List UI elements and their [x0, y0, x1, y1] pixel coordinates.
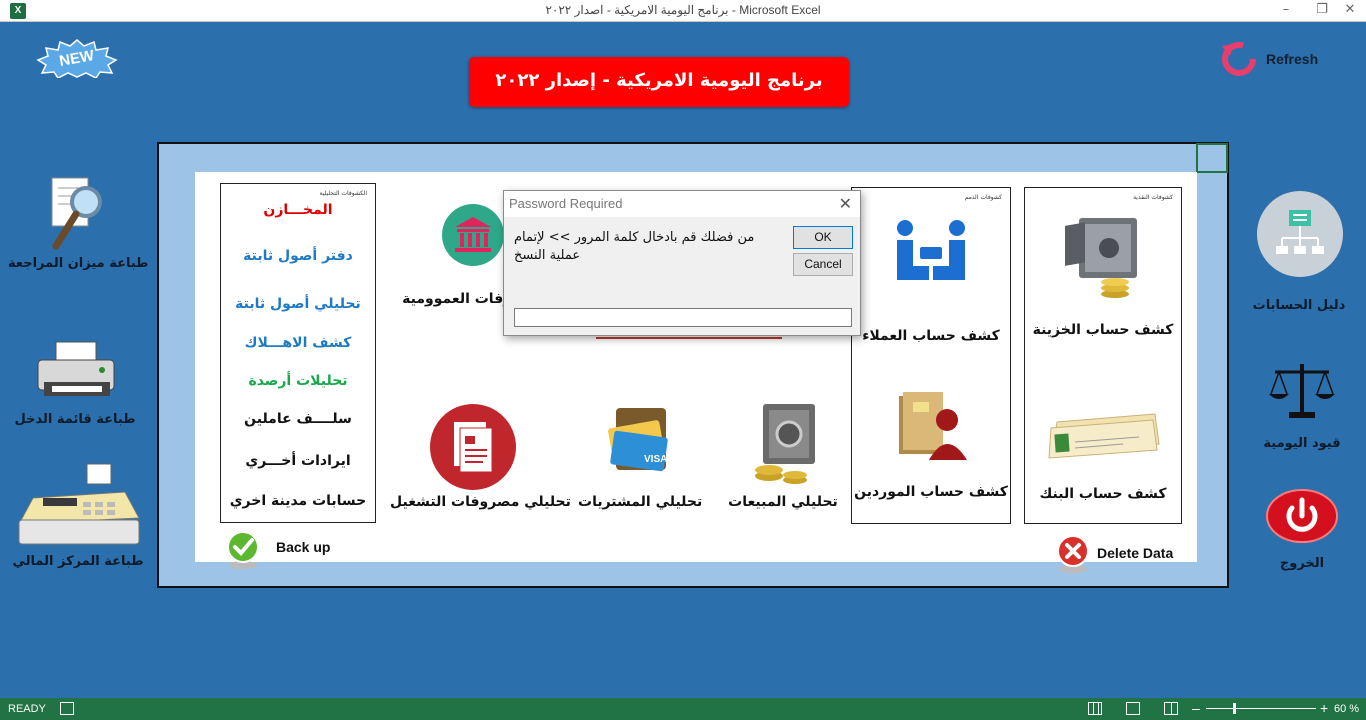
print-income-statement-button[interactable]: طباعة قائمة الدخل	[8, 338, 142, 427]
bank-building-icon	[442, 204, 504, 266]
refresh-label: Refresh	[1266, 51, 1319, 67]
receivables-box: كشوفات الذمم كشف حساب العملاء كشف حساب ا…	[851, 187, 1011, 524]
link-fixed-assets-book[interactable]: دفتر أصول ثابتة	[221, 248, 375, 264]
dialog-close-icon[interactable]: ✕	[839, 194, 852, 213]
customers-statement-button[interactable]: كشف حساب العملاء	[852, 216, 1010, 344]
print-trial-balance-label: طباعة ميزان المراجعة	[8, 256, 149, 271]
new-badge-icon: NEW	[36, 39, 118, 79]
ok-button[interactable]: OK	[793, 226, 853, 249]
zoom-out-icon[interactable]: –	[1192, 700, 1200, 716]
selected-cell[interactable]	[1196, 143, 1228, 173]
svg-text:VISA: VISA	[644, 454, 667, 465]
suppliers-statement-button[interactable]: كشف حساب الموردين	[852, 388, 1010, 500]
scales-icon	[1269, 364, 1335, 418]
treasury-statement-label: كشف حساب الخزينة	[1032, 322, 1174, 338]
bank-statement-label: كشف حساب البنك	[1039, 486, 1167, 502]
printer-icon	[37, 341, 115, 396]
document-report-icon	[430, 404, 516, 490]
status-bar: READY – + 60 %	[0, 698, 1366, 720]
treasury-statement-button[interactable]: كشف حساب الخزينة	[1025, 214, 1181, 338]
zoom-slider-thumb[interactable]	[1233, 703, 1236, 714]
status-mode: READY	[8, 703, 46, 715]
print-income-statement-label: طباعة قائمة الدخل	[14, 412, 136, 427]
window-title: برنامج اليومية الامريكية - اصدار ٢٠٢٢ - …	[545, 3, 821, 17]
page-layout-icon[interactable]	[1126, 702, 1140, 715]
analysis-box-header: الكشوفات التحليلية	[319, 190, 367, 197]
cheque-book-icon	[1048, 413, 1160, 459]
print-trial-balance-button[interactable]: طباعة ميزان المراجعة	[8, 172, 149, 271]
chart-of-accounts-label: دليل الحسابات	[1252, 298, 1346, 313]
zoom-level[interactable]: 60 %	[1334, 703, 1359, 715]
password-input[interactable]	[514, 308, 852, 327]
delete-x-icon	[1057, 535, 1089, 573]
power-icon	[1266, 489, 1338, 543]
new-badge: NEW	[36, 38, 118, 79]
link-depreciation[interactable]: كشف الاهـــلاك	[221, 335, 375, 351]
journal-entries-label: قيود اليومية	[1263, 436, 1341, 451]
cash-box: كشوفات النقدية كشف حساب الخزينة كشف حساب…	[1024, 187, 1182, 524]
refresh-button[interactable]: Refresh	[1218, 40, 1338, 78]
customers-statement-label: كشف حساب العملاء	[862, 328, 1000, 344]
print-financial-position-button[interactable]: طباعة المركز المالي	[6, 462, 150, 569]
operating-expenses-label: تحليلي مصروفات التشغيل	[390, 494, 571, 510]
purchases-analysis-label: تحليلي المشتريات	[578, 494, 703, 510]
refresh-icon	[1222, 42, 1256, 76]
link-balance-analysis[interactable]: تحليلات أرصدة	[221, 373, 375, 389]
link-inventory[interactable]: المخـــازن	[221, 202, 375, 218]
credit-cards-icon: VISA	[608, 408, 668, 472]
sales-analysis-button[interactable]: تحليلي المبيعات	[726, 400, 840, 510]
bank-statement-button[interactable]: كشف حساب البنك	[1025, 406, 1181, 502]
zoom-in-icon[interactable]: +	[1320, 700, 1328, 716]
program-title-banner: برنامج اليومية الامريكية - إصدار ٢٠٢٢	[469, 57, 849, 107]
link-fixed-assets-analysis[interactable]: تحليلي أصول ثابتة	[221, 296, 375, 312]
print-financial-position-label: طباعة المركز المالي	[12, 554, 144, 569]
journal-entries-button[interactable]: قيود اليومية	[1262, 360, 1342, 451]
sales-analysis-label: تحليلي المبيعات	[728, 494, 838, 510]
backup-button[interactable]: Back up	[226, 529, 346, 569]
backup-label: Back up	[276, 539, 331, 555]
safe-coins-icon	[755, 404, 815, 484]
macro-record-icon[interactable]	[60, 702, 74, 715]
check-icon	[227, 531, 259, 569]
zoom-slider[interactable]	[1206, 708, 1316, 709]
link-other-receivables[interactable]: حسابات مدينة اخري	[221, 493, 375, 509]
exit-label: الخروج	[1279, 556, 1325, 571]
purchases-analysis-button[interactable]: VISA تحليلي المشتريات	[578, 404, 702, 510]
suppliers-statement-label: كشف حساب الموردين	[854, 484, 1008, 500]
folder-person-icon	[899, 392, 967, 460]
page-break-icon[interactable]	[1164, 702, 1178, 715]
chart-of-accounts-button[interactable]: دليل الحسابات	[1252, 186, 1346, 313]
handshake-people-icon	[897, 220, 965, 280]
operating-expenses-button[interactable]: تحليلي مصروفات التشغيل	[390, 404, 571, 510]
org-chart-icon	[1257, 191, 1343, 277]
receivables-box-header: كشوفات الذمم	[964, 194, 1002, 201]
password-dialog: Password Required ✕ من فضلك قم بادخال كل…	[503, 190, 861, 336]
analysis-reports-box: الكشوفات التحليلية المخـــازن دفتر أصول …	[220, 183, 376, 523]
cash-box-header: كشوفات النقدية	[1133, 194, 1173, 201]
close-icon[interactable]: ✕	[1330, 2, 1366, 17]
cash-register-icon	[18, 463, 140, 545]
window-titlebar: X برنامج اليومية الامريكية - اصدار ٢٠٢٢ …	[0, 0, 1366, 22]
cancel-button[interactable]: Cancel	[793, 253, 853, 276]
arrow-line	[596, 337, 782, 339]
exit-button[interactable]: الخروج	[1264, 488, 1340, 571]
dialog-title: Password Required	[504, 191, 860, 217]
dialog-prompt: من فضلك قم بادخال كلمة المرور >> لإتمام …	[514, 230, 755, 263]
link-other-revenue[interactable]: ايرادات أخـــري	[221, 453, 375, 469]
minimize-icon[interactable]: –	[1266, 2, 1306, 17]
link-employee-advances[interactable]: سلــــف عاملين	[221, 411, 375, 427]
magnifier-document-icon	[51, 177, 102, 250]
general-expenses-button[interactable]: روفات العموومية	[392, 203, 520, 307]
delete-data-button[interactable]: Delete Data	[1056, 533, 1186, 573]
vault-coins-icon	[1065, 218, 1137, 298]
delete-data-label: Delete Data	[1097, 545, 1174, 561]
normal-view-icon[interactable]	[1088, 702, 1102, 715]
